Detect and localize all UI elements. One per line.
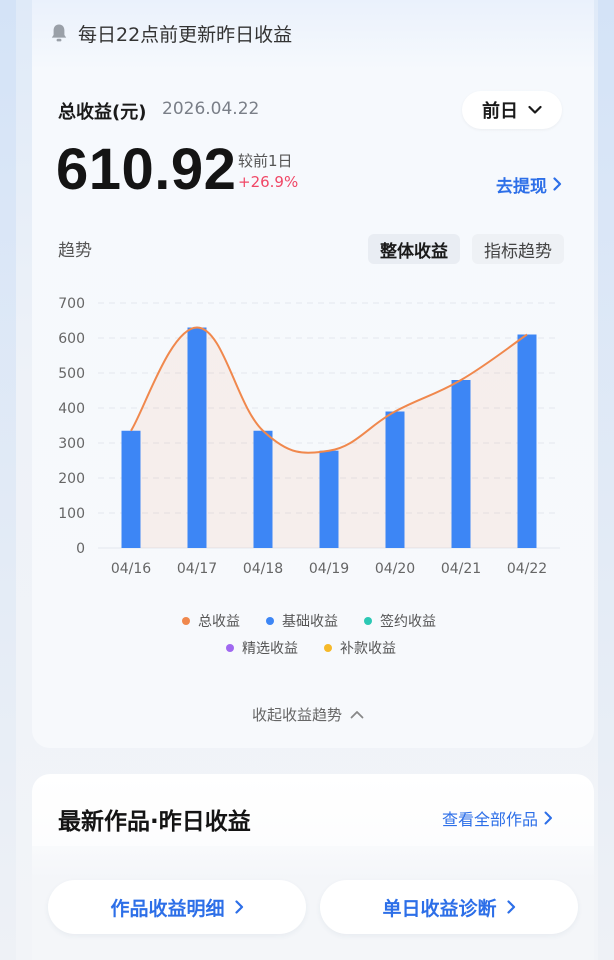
collapse-trend-label: 收起收益趋势 (252, 705, 343, 724)
y-tick-label: 0 (76, 541, 85, 557)
legend-item[interactable]: 补款收益 (324, 638, 396, 658)
collapse-trend-link[interactable]: 收起收益趋势 (252, 702, 364, 726)
earnings-date: 2026.04.22 (162, 99, 260, 119)
daily-earnings-diagnosis-label: 单日收益诊断 (382, 897, 497, 920)
chevron-right-icon (553, 177, 562, 191)
legend-dot (364, 617, 372, 625)
total-earnings-label: 总收益(元) (58, 102, 147, 123)
tab-metric-trend[interactable]: 指标趋势 (472, 234, 564, 264)
x-tick-label: 04/17 (177, 561, 217, 577)
y-tick-label: 400 (58, 401, 85, 417)
y-tick-label: 300 (58, 436, 85, 452)
bar-04/19 (319, 450, 339, 548)
bar-04/18 (253, 430, 273, 548)
chevron-up-icon (350, 710, 364, 718)
bar-04/21 (451, 380, 471, 548)
y-tick-label: 500 (58, 366, 85, 382)
chevron-down-icon (528, 105, 542, 114)
legend-label: 基础收益 (282, 614, 338, 630)
legend-item[interactable]: 总收益 (182, 611, 240, 631)
bar-04/20 (385, 411, 405, 548)
legend-label: 精选收益 (242, 641, 298, 657)
legend-item[interactable]: 基础收益 (266, 611, 338, 631)
tab-overall-earnings[interactable]: 整体收益 (368, 234, 460, 264)
y-tick-label: 200 (58, 471, 85, 487)
work-earnings-detail-label: 作品收益明细 (110, 897, 225, 920)
legend-dot (226, 644, 234, 652)
legend-dot (266, 617, 274, 625)
earnings-trend-chart: 0 100 200 300 400 500 600 700 04/16 04/17 04/18 04/… (58, 296, 560, 577)
trend-label: 趋势 (58, 241, 92, 261)
view-all-works-label: 查看全部作品 (442, 810, 539, 829)
x-tick-label: 04/19 (309, 561, 349, 577)
view-all-works-link[interactable]: 查看全部作品 (442, 806, 553, 830)
chart-legend-row-2: 精选收益 补款收益 (226, 638, 396, 658)
withdraw-link[interactable]: 去提现 (496, 172, 562, 197)
y-tick-label: 100 (58, 506, 85, 522)
total-earnings-value: 610.92 (56, 137, 237, 202)
compare-change-value: +26.9% (238, 173, 299, 191)
x-tick-label: 04/18 (243, 561, 283, 577)
page-edge-right (598, 0, 614, 960)
x-tick-label: 04/16 (111, 561, 151, 577)
page-edge-left (0, 0, 16, 960)
legend-item[interactable]: 精选收益 (226, 638, 298, 658)
update-notice-text: 每日22点前更新昨日收益 (78, 23, 293, 46)
update-notice: 每日22点前更新昨日收益 (50, 18, 292, 48)
chart-legend-row-1: 总收益 基础收益 签约收益 (182, 611, 436, 631)
withdraw-label: 去提现 (496, 176, 547, 197)
bar-04/22 (517, 334, 537, 548)
daily-earnings-diagnosis-button[interactable]: 单日收益诊断 (320, 880, 578, 934)
x-tick-label: 04/20 (375, 561, 415, 577)
chevron-right-icon (506, 900, 515, 914)
legend-label: 签约收益 (380, 614, 436, 630)
chevron-right-icon (234, 900, 243, 914)
bar-04/17 (187, 327, 207, 548)
latest-works-title: 最新作品·昨日收益 (58, 809, 251, 835)
compare-label: 较前1日 (238, 152, 293, 170)
bell-icon (51, 24, 67, 42)
chevron-right-icon (544, 811, 553, 825)
x-tick-label: 04/21 (441, 561, 481, 577)
y-tick-label: 700 (58, 296, 85, 312)
legend-item[interactable]: 签约收益 (364, 611, 436, 631)
bar-04/16 (121, 430, 141, 548)
y-tick-label: 600 (58, 331, 85, 347)
work-earnings-detail-button[interactable]: 作品收益明细 (48, 880, 306, 934)
legend-dot (324, 644, 332, 652)
legend-label: 总收益 (198, 614, 240, 630)
date-range-select[interactable]: 前日 (462, 91, 562, 129)
x-tick-label: 04/22 (507, 561, 547, 577)
legend-dot (182, 617, 190, 625)
legend-label: 补款收益 (340, 641, 396, 657)
date-range-value: 前日 (482, 101, 518, 122)
